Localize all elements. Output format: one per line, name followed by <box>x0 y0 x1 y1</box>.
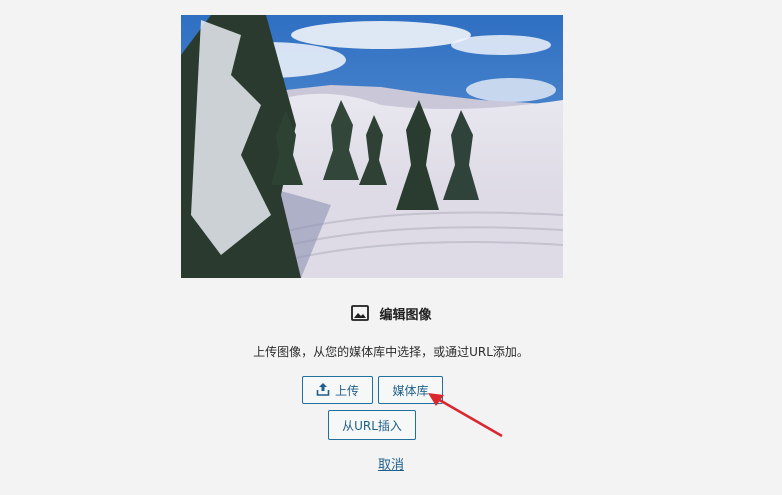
image-block-title-label: 编辑图像 <box>379 307 432 323</box>
annotation-arrow <box>428 393 503 438</box>
insert-from-url-button[interactable]: 从URL插入 <box>328 410 416 440</box>
upload-icon <box>316 382 330 399</box>
image-block-title: 编辑图像 <box>0 303 782 323</box>
cancel-link-row: 取消 <box>0 454 782 473</box>
image-icon <box>350 303 370 323</box>
cancel-link[interactable]: 取消 <box>378 458 404 473</box>
preview-image <box>181 15 563 278</box>
insert-from-url-button-label: 从URL插入 <box>342 418 402 433</box>
upload-instructions: 上传图像，从您的媒体库中选择，或通过URL添加。 <box>253 345 529 359</box>
upload-button[interactable]: 上传 <box>302 376 373 404</box>
upload-button-label: 上传 <box>334 383 359 398</box>
